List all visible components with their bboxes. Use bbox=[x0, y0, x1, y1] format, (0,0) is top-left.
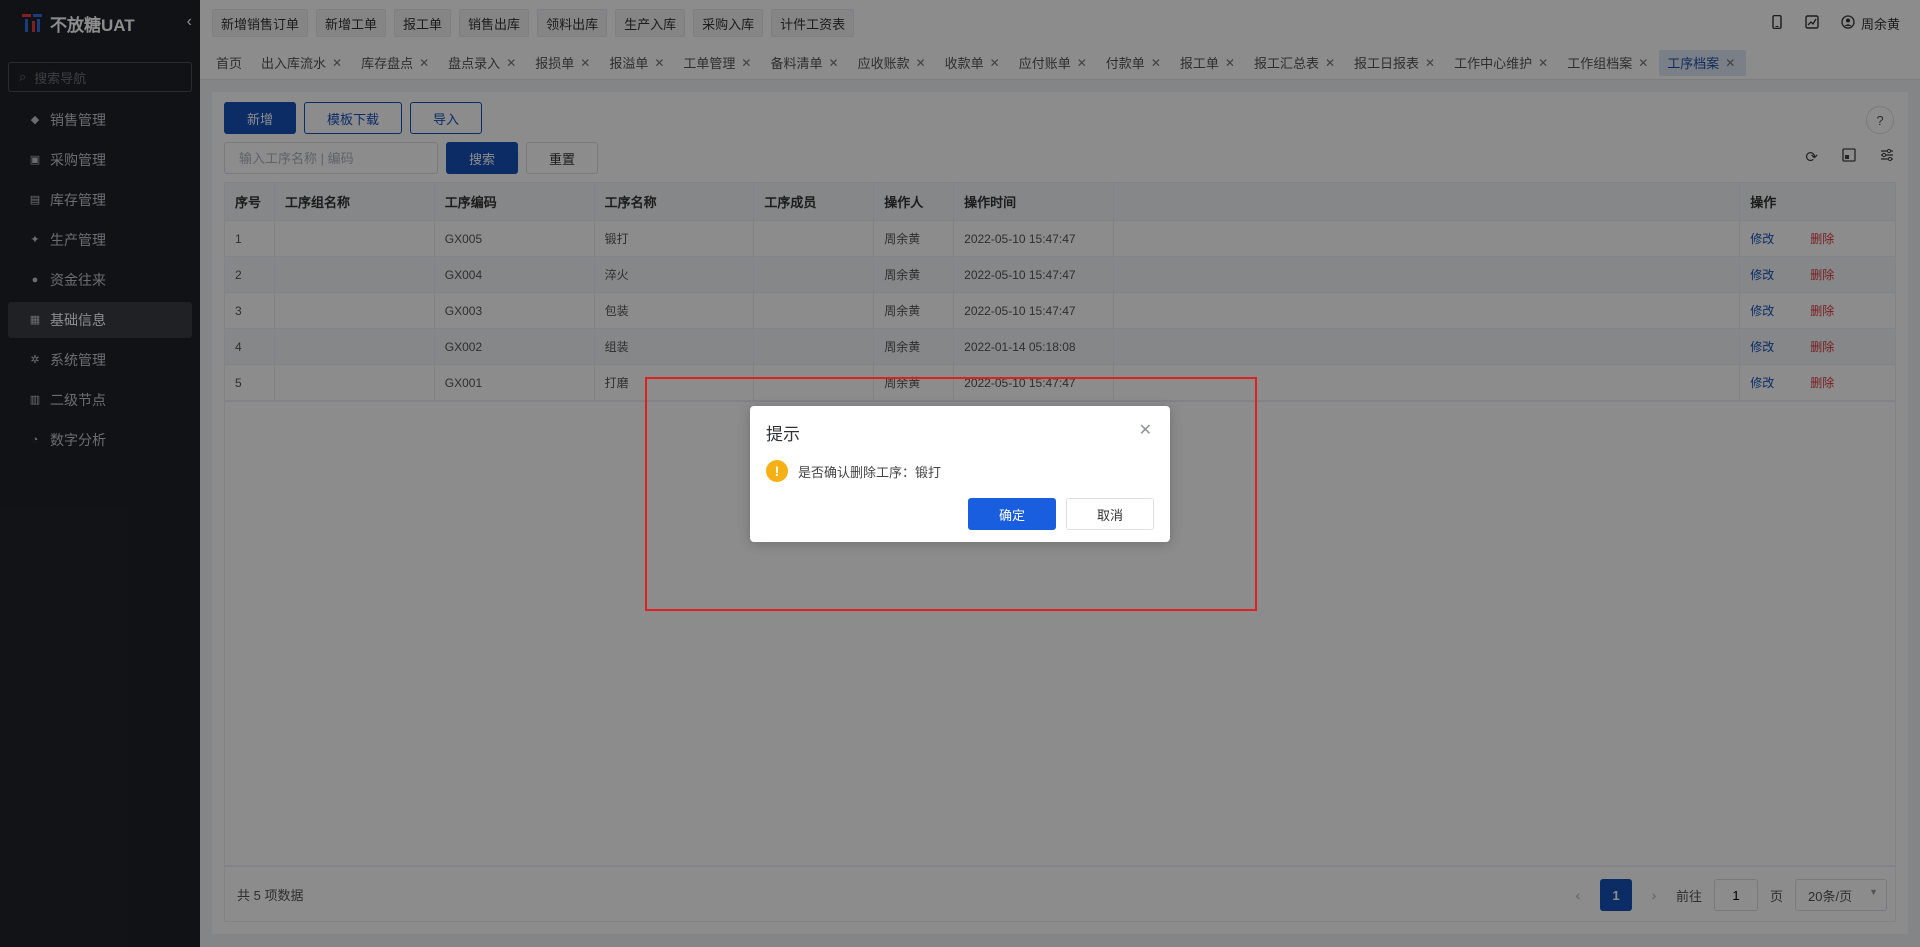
cancel-button[interactable]: 取消 bbox=[1066, 498, 1154, 530]
dialog-title: 提示 bbox=[766, 425, 800, 444]
close-icon[interactable]: ✕ bbox=[1139, 420, 1152, 440]
dialog-message: 是否确认删除工序：锻打 bbox=[798, 464, 942, 480]
confirm-button[interactable]: 确定 bbox=[968, 498, 1056, 530]
confirm-dialog: 提示 ✕ ! 是否确认删除工序：锻打 确定 取消 bbox=[750, 406, 1170, 542]
warning-icon: ! bbox=[766, 460, 788, 482]
